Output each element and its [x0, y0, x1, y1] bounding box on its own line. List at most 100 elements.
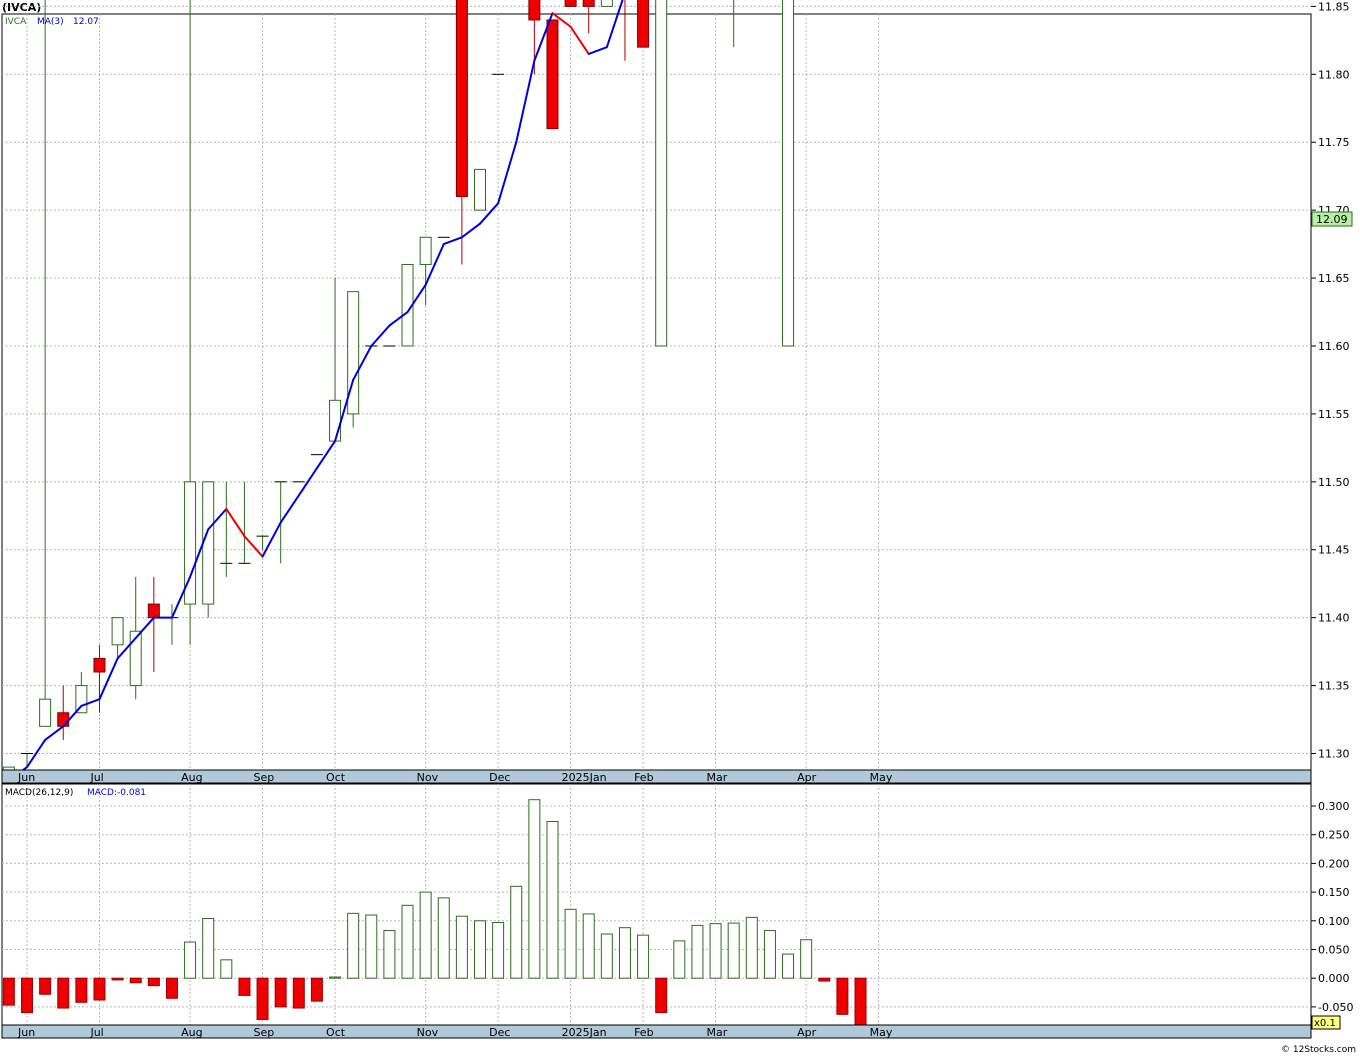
macd-bar — [347, 912, 360, 979]
macd-tick-label: 0.300 — [1318, 800, 1350, 813]
month-label: Jul — [89, 1026, 103, 1039]
macd-bar — [202, 918, 215, 979]
macd-bar — [220, 959, 233, 979]
macd-bar — [528, 799, 541, 979]
macd-tick-label: 0.150 — [1318, 886, 1350, 899]
price-tick-label: 11.50 — [1318, 476, 1350, 489]
macd-bar — [800, 939, 813, 979]
candle-body — [782, 0, 795, 347]
macd-bar — [836, 977, 849, 1015]
candle-body — [582, 0, 595, 7]
macd-bar — [854, 977, 867, 1026]
candle-body — [474, 168, 486, 211]
month-label: Aug — [181, 1026, 202, 1039]
price-tick-label: 11.30 — [1318, 748, 1350, 761]
macd-bar — [510, 885, 523, 979]
macd-bar — [165, 977, 178, 999]
candle-body — [93, 657, 106, 673]
price-tick-label: 11.75 — [1318, 136, 1350, 149]
macd-bar — [474, 920, 486, 979]
month-label: May — [870, 771, 893, 784]
macd-bar — [763, 930, 776, 979]
macd-bar — [39, 977, 52, 995]
price-tick-label: 11.80 — [1318, 68, 1350, 81]
macd-tick-label: 0.250 — [1318, 829, 1350, 842]
candle-body — [39, 698, 52, 727]
month-label: 2025Jan — [562, 1026, 607, 1039]
macd-bar — [691, 924, 704, 979]
macd-bar — [745, 916, 758, 979]
price-y-axis: 11.30 11.35 11.40 11.45 11.50 11.55 11.60 11.65… — [1311, 0, 1350, 761]
candle-body — [329, 399, 342, 442]
price-tick-label: 11.85 — [1318, 0, 1350, 13]
macd-bar — [437, 897, 450, 979]
price-tick-label: 11.35 — [1318, 680, 1350, 693]
macd-bar — [655, 977, 668, 1014]
month-label: Apr — [797, 771, 817, 784]
price-tick-label: 11.55 — [1318, 408, 1350, 421]
month-label: Feb — [634, 1026, 653, 1039]
month-label: May — [870, 1026, 893, 1039]
macd-bar — [2, 977, 15, 1006]
macd-legend-label: MACD(26,12,9) — [5, 788, 73, 798]
macd-bar — [21, 977, 33, 1014]
watermark: © 12Stocks.com — [1281, 1045, 1356, 1055]
macd-bar — [546, 820, 559, 979]
macd-bar — [75, 977, 88, 1003]
macd-tick-label: 0.100 — [1318, 915, 1350, 928]
macd-bar — [310, 977, 323, 1002]
chart-title: (IVCA) — [2, 1, 41, 14]
macd-bar — [401, 904, 414, 979]
candle-body — [528, 0, 541, 21]
last-price-label: 12.09 — [1316, 213, 1348, 226]
month-label: Feb — [634, 771, 653, 784]
month-label: Sep — [254, 1026, 275, 1039]
macd-scale-badge-text: x0.1 — [1314, 1018, 1336, 1029]
month-label: Sep — [254, 771, 275, 784]
macd-bar — [365, 914, 378, 979]
candle-body — [564, 0, 577, 7]
macd-bar — [618, 927, 631, 979]
candle-body — [419, 236, 432, 265]
macd-bar — [184, 941, 197, 979]
macd-bar — [818, 977, 831, 982]
macd-tick-label: 0.050 — [1318, 944, 1350, 957]
macd-bar — [274, 977, 287, 1008]
macd-bar — [238, 977, 251, 996]
macd-bar — [673, 940, 686, 979]
macd-bar — [582, 913, 595, 979]
macd-bar — [329, 976, 342, 979]
candle-body — [202, 481, 215, 605]
candle-body — [455, 0, 468, 198]
month-label: Nov — [417, 771, 439, 784]
month-label: Dec — [489, 1026, 510, 1039]
macd-scale-badge: x0.1 — [1311, 1015, 1341, 1030]
month-label: Dec — [489, 771, 510, 784]
macd-bar — [709, 923, 722, 979]
candle-body — [637, 0, 650, 48]
macd-bar — [455, 915, 468, 979]
macd-y-axis: -0.050 0.000 0.050 0.100 0.150 0.200 0.250 0.30… — [1311, 800, 1353, 1014]
month-label: Oct — [326, 771, 346, 784]
price-tick-label: 11.40 — [1318, 612, 1350, 625]
price-tick-label: 11.60 — [1318, 340, 1350, 353]
macd-bar — [256, 977, 269, 1021]
macd-bar — [564, 908, 577, 979]
macd-bar — [93, 977, 106, 1001]
candle-body — [111, 617, 124, 646]
month-label: Jun — [17, 1026, 35, 1039]
macd-bar — [292, 977, 305, 1009]
macd-bar — [111, 977, 124, 981]
macd-bar — [57, 977, 70, 1009]
macd-tick-label: 0.000 — [1318, 972, 1350, 985]
month-label: Aug — [181, 771, 202, 784]
macd-tick-label: -0.050 — [1318, 1001, 1353, 1014]
price-tick-label: 11.65 — [1318, 272, 1350, 285]
month-label: Jun — [17, 771, 35, 784]
macd-legend-value: MACD:-0.081 — [87, 788, 146, 798]
candle-body — [546, 19, 559, 130]
month-label: Mar — [707, 771, 728, 784]
macd-bar — [492, 922, 505, 979]
month-label: 2025Jan — [562, 771, 607, 784]
month-label: Mar — [707, 1026, 728, 1039]
